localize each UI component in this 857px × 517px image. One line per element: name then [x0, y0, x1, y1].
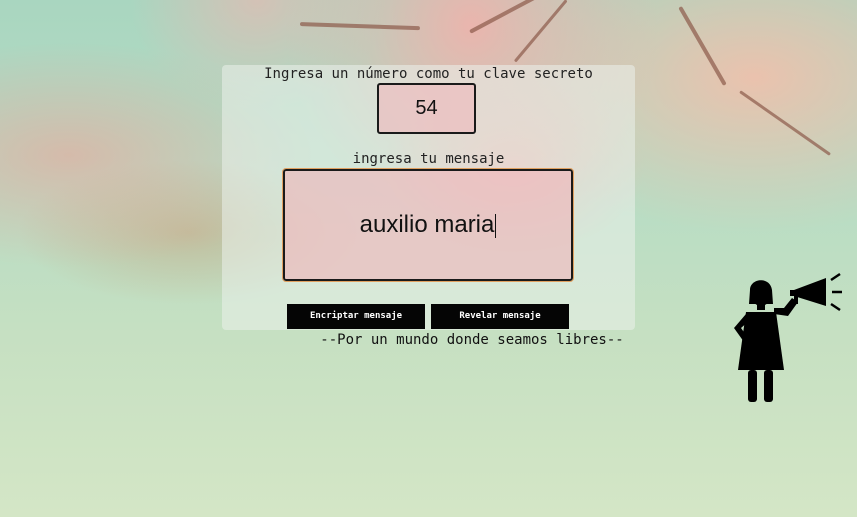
footer-tagline: --Por un mundo donde seamos libres--	[320, 332, 624, 348]
message-text: auxilio maria	[359, 211, 495, 238]
message-textarea[interactable]: auxilio maria	[282, 168, 574, 282]
secret-key-input[interactable]: 54	[377, 83, 476, 134]
encrypt-button[interactable]: Encriptar mensaje	[287, 304, 425, 329]
key-prompt-label: Ingresa un número como tu clave secreto	[264, 66, 593, 82]
reveal-button[interactable]: Revelar mensaje	[431, 304, 569, 329]
woman-megaphone-icon	[734, 272, 842, 402]
text-caret	[495, 213, 497, 238]
message-prompt-label: ingresa tu mensaje	[352, 151, 505, 167]
